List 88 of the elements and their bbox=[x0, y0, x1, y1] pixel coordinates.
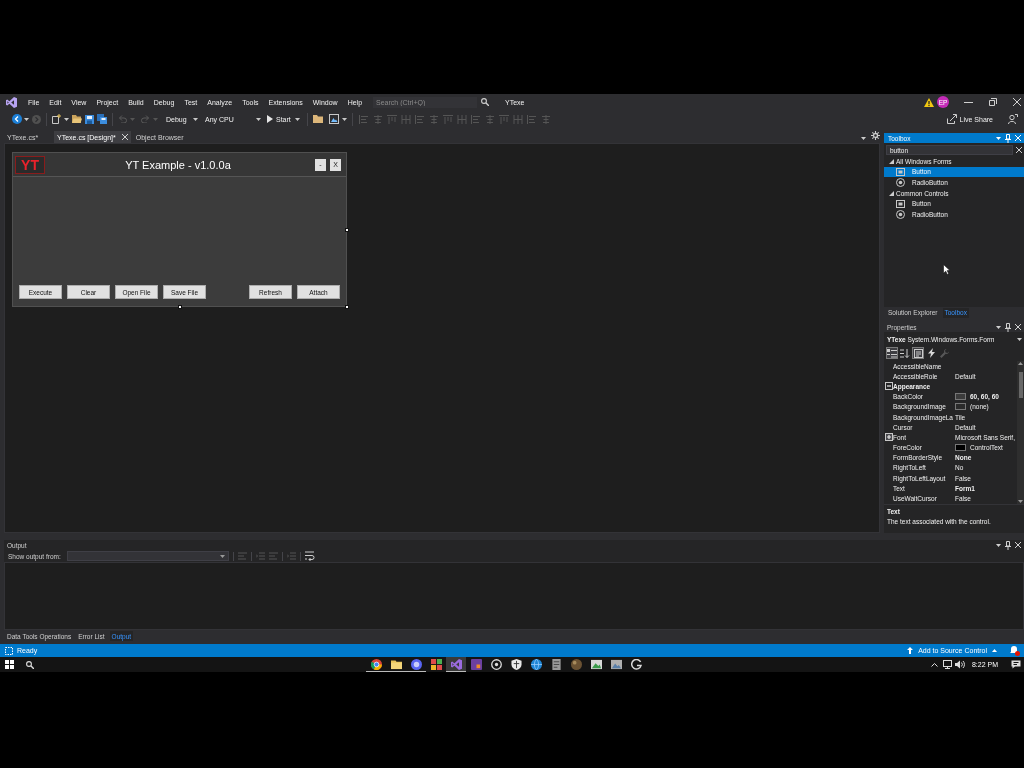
folder-icon bbox=[390, 658, 402, 670]
search-icon[interactable] bbox=[481, 98, 490, 106]
caret-icon bbox=[256, 117, 261, 121]
properties-icon bbox=[913, 348, 923, 358]
caret-icon[interactable] bbox=[24, 117, 29, 121]
button-control-icon bbox=[896, 167, 905, 176]
bell-icon[interactable] bbox=[1009, 645, 1020, 656]
resize-handle[interactable] bbox=[345, 305, 349, 309]
gear-icon[interactable] bbox=[871, 131, 880, 140]
up-arrow-icon bbox=[907, 647, 914, 654]
dashed-square-icon bbox=[5, 646, 13, 655]
monitor-icon[interactable] bbox=[942, 660, 952, 669]
play-icon bbox=[267, 115, 273, 123]
image-icon[interactable] bbox=[328, 114, 339, 124]
clear-icon[interactable] bbox=[1016, 147, 1022, 153]
word-wrap-icon[interactable] bbox=[304, 551, 315, 561]
ring-icon bbox=[370, 658, 382, 670]
caret-icon[interactable] bbox=[341, 117, 347, 121]
form-logo: YT bbox=[15, 155, 45, 174]
categorized-icon bbox=[887, 348, 897, 358]
taskbar-button[interactable] bbox=[446, 657, 466, 672]
landscape-icon bbox=[590, 658, 602, 670]
scroll-down-icon[interactable] bbox=[1018, 500, 1023, 503]
close-icon[interactable] bbox=[1015, 542, 1021, 548]
radio-button-icon bbox=[896, 178, 905, 187]
image-swatch-icon bbox=[955, 403, 966, 411]
caret-icon bbox=[294, 117, 300, 121]
pin-icon[interactable] bbox=[1005, 540, 1011, 550]
taskbar-button[interactable] bbox=[406, 657, 426, 672]
caret-icon bbox=[992, 649, 997, 652]
new-item-icon[interactable] bbox=[52, 114, 61, 124]
speech-bubble-icon[interactable] bbox=[1011, 660, 1021, 669]
four-squares-icon[interactable] bbox=[5, 660, 14, 669]
close-icon[interactable] bbox=[1013, 98, 1021, 106]
close-icon[interactable] bbox=[1015, 324, 1021, 330]
app-logo-icon bbox=[450, 658, 462, 670]
caret-icon bbox=[193, 117, 198, 121]
orb-icon bbox=[410, 658, 422, 670]
grid-icon bbox=[430, 658, 442, 670]
square-icon bbox=[470, 658, 482, 670]
share-icon bbox=[946, 114, 957, 124]
person-icon[interactable] bbox=[1008, 114, 1018, 124]
warning-icon[interactable] bbox=[924, 97, 934, 107]
pin-icon[interactable] bbox=[1005, 322, 1011, 332]
sphere-icon bbox=[570, 658, 582, 670]
button-control-icon bbox=[896, 199, 905, 208]
restore-icon[interactable] bbox=[989, 98, 997, 106]
app-logo-icon bbox=[6, 96, 17, 108]
toolbar-button[interactable] bbox=[886, 347, 898, 359]
save-all-icon[interactable] bbox=[97, 114, 107, 124]
caret-icon bbox=[1017, 338, 1022, 341]
wrench-icon bbox=[939, 348, 949, 358]
scrollbar[interactable] bbox=[1017, 361, 1024, 504]
taskbar-button[interactable] bbox=[366, 657, 386, 672]
toolbar-button[interactable] bbox=[925, 347, 937, 359]
globe-icon bbox=[530, 658, 542, 670]
save-icon[interactable] bbox=[85, 114, 94, 124]
taskbar-button[interactable] bbox=[386, 657, 406, 672]
circle-icon bbox=[490, 658, 502, 670]
dropdown-icon[interactable] bbox=[996, 136, 1001, 140]
picture-icon bbox=[610, 658, 622, 670]
dropdown-icon[interactable] bbox=[996, 543, 1001, 547]
dropdown-icon[interactable] bbox=[861, 137, 866, 140]
sort-icon bbox=[900, 348, 910, 358]
toolbar-button[interactable] bbox=[899, 347, 911, 359]
chevron-up-icon[interactable] bbox=[930, 662, 938, 667]
dropdown-icon[interactable] bbox=[996, 325, 1001, 329]
scroll-up-icon[interactable] bbox=[1018, 362, 1023, 365]
folder-icon[interactable] bbox=[312, 115, 323, 123]
toolbar-button[interactable] bbox=[912, 347, 924, 359]
form-title: YT Example - v1.0.0a bbox=[124, 158, 232, 171]
caret-icon bbox=[219, 554, 225, 558]
lightning-icon bbox=[927, 348, 935, 358]
mouse-pointer-icon bbox=[943, 264, 950, 275]
speaker-icon[interactable] bbox=[954, 660, 965, 669]
minimize-icon[interactable] bbox=[964, 101, 973, 103]
minus-box-icon[interactable] bbox=[884, 382, 893, 391]
letter-g-icon bbox=[630, 658, 642, 670]
close-icon[interactable] bbox=[121, 134, 128, 140]
scrollbar-thumb[interactable] bbox=[1018, 372, 1023, 398]
back-icon[interactable] bbox=[12, 114, 22, 124]
plus-box-icon[interactable] bbox=[884, 433, 893, 442]
caret-icon[interactable] bbox=[64, 117, 69, 121]
radio-button-icon bbox=[896, 209, 905, 219]
shield-icon bbox=[510, 658, 522, 670]
search-icon[interactable] bbox=[26, 660, 34, 669]
open-folder-icon[interactable] bbox=[72, 115, 82, 123]
document-icon bbox=[550, 658, 562, 670]
